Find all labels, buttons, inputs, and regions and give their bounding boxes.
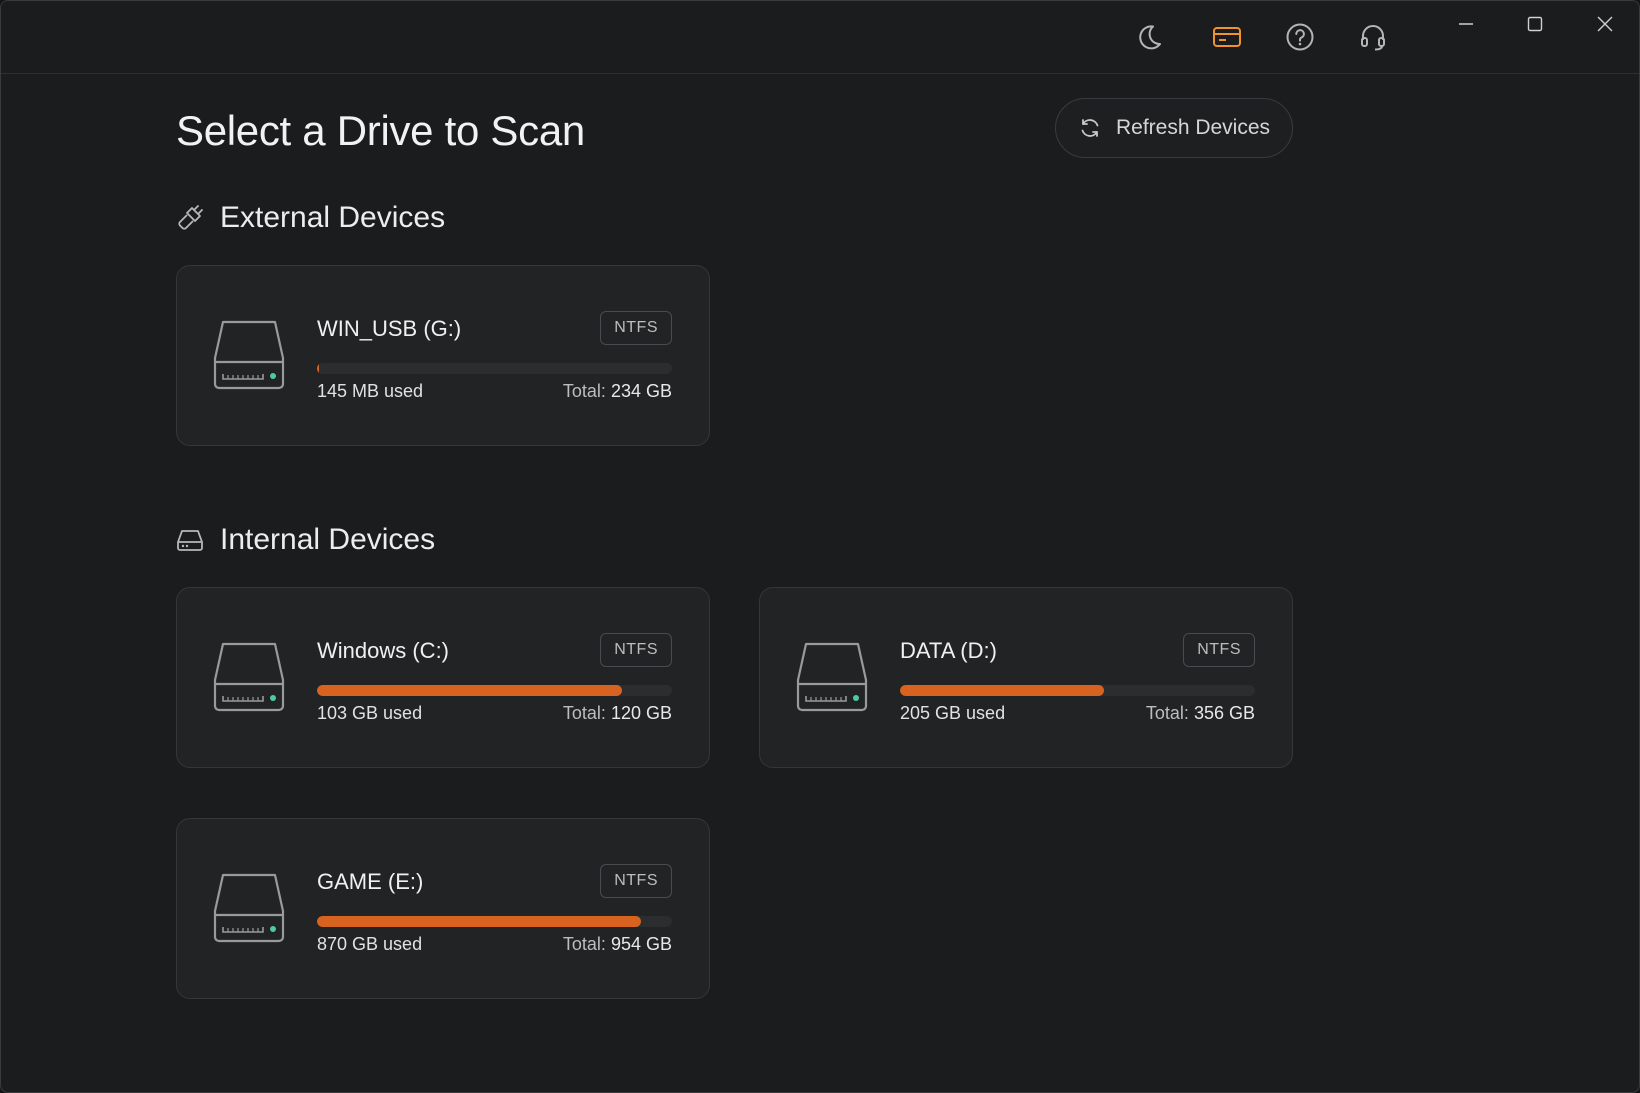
total-label: Total:	[1145, 703, 1189, 723]
usage-bar	[900, 685, 1255, 696]
filesystem-badge: NTFS	[600, 864, 672, 898]
drive-icon	[213, 871, 285, 950]
close-icon[interactable]	[1577, 7, 1633, 41]
drive-card-game-e[interactable]: GAME (E:) NTFS 870 GB used Total: 954 GB	[176, 818, 710, 999]
usage-bar-fill	[317, 685, 622, 696]
total-space: Total: 356 GB	[1146, 703, 1255, 724]
drive-icon	[796, 640, 868, 719]
drive-card-win-usb[interactable]: WIN_USB (G:) NTFS 145 MB used Total: 234…	[176, 265, 710, 446]
drive-icon	[213, 318, 285, 397]
drive-name: GAME (E:)	[317, 869, 424, 894]
title-bar	[1, 1, 1639, 74]
usage-bar-fill	[317, 916, 641, 927]
drive-name: DATA (D:)	[900, 638, 997, 663]
refresh-icon	[1081, 119, 1099, 137]
card-icon[interactable]	[1209, 19, 1245, 55]
page-title: Select a Drive to Scan	[176, 107, 585, 154]
filesystem-badge: NTFS	[1183, 633, 1255, 667]
refresh-devices-button[interactable]: Refresh Devices	[1055, 98, 1293, 158]
used-space: 145 MB used	[317, 381, 424, 401]
total-value: 120 GB	[610, 703, 672, 723]
app-window: Select a Drive to Scan Refresh Devices E…	[0, 0, 1640, 1093]
total-label: Total:	[562, 381, 606, 401]
usb-plug-icon	[178, 205, 203, 230]
usage-bar-fill	[317, 363, 319, 374]
total-value: 234 GB	[610, 381, 672, 401]
total-space: Total: 120 GB	[563, 703, 672, 724]
internal-devices-heading: Internal Devices	[176, 523, 435, 557]
help-icon[interactable]	[1282, 19, 1318, 55]
total-space: Total: 954 GB	[563, 934, 672, 955]
maximize-icon[interactable]	[1507, 7, 1563, 41]
external-devices-label: External Devices	[220, 201, 446, 234]
headset-icon[interactable]	[1355, 19, 1391, 55]
total-label: Total:	[562, 703, 606, 723]
drive-name: WIN_USB (G:)	[317, 316, 462, 341]
drive-card-data-d[interactable]: DATA (D:) NTFS 205 GB used Total: 356 GB	[759, 587, 1293, 768]
used-space: 205 GB used	[900, 703, 1006, 723]
external-devices-heading: External Devices	[176, 201, 445, 235]
usage-bar-fill	[900, 685, 1105, 696]
total-label: Total:	[562, 934, 606, 954]
drive-icon	[213, 640, 285, 719]
filesystem-badge: NTFS	[600, 311, 672, 345]
usage-bar	[317, 363, 672, 374]
minimize-icon[interactable]	[1438, 7, 1494, 41]
usage-bar	[317, 685, 672, 696]
usage-bar	[317, 916, 672, 927]
total-value: 954 GB	[610, 934, 672, 954]
drive-card-windows-c[interactable]: Windows (C:) NTFS 103 GB used Total: 120…	[176, 587, 710, 768]
hard-drive-icon	[177, 530, 203, 551]
internal-devices-label: Internal Devices	[220, 523, 436, 556]
moon-icon[interactable]	[1131, 19, 1167, 55]
used-space: 870 GB used	[317, 934, 423, 954]
refresh-devices-label: Refresh Devices	[1115, 116, 1271, 139]
drive-name: Windows (C:)	[317, 638, 450, 663]
filesystem-badge: NTFS	[600, 633, 672, 667]
total-space: Total: 234 GB	[563, 381, 672, 402]
total-value: 356 GB	[1193, 703, 1255, 723]
used-space: 103 GB used	[317, 703, 423, 723]
